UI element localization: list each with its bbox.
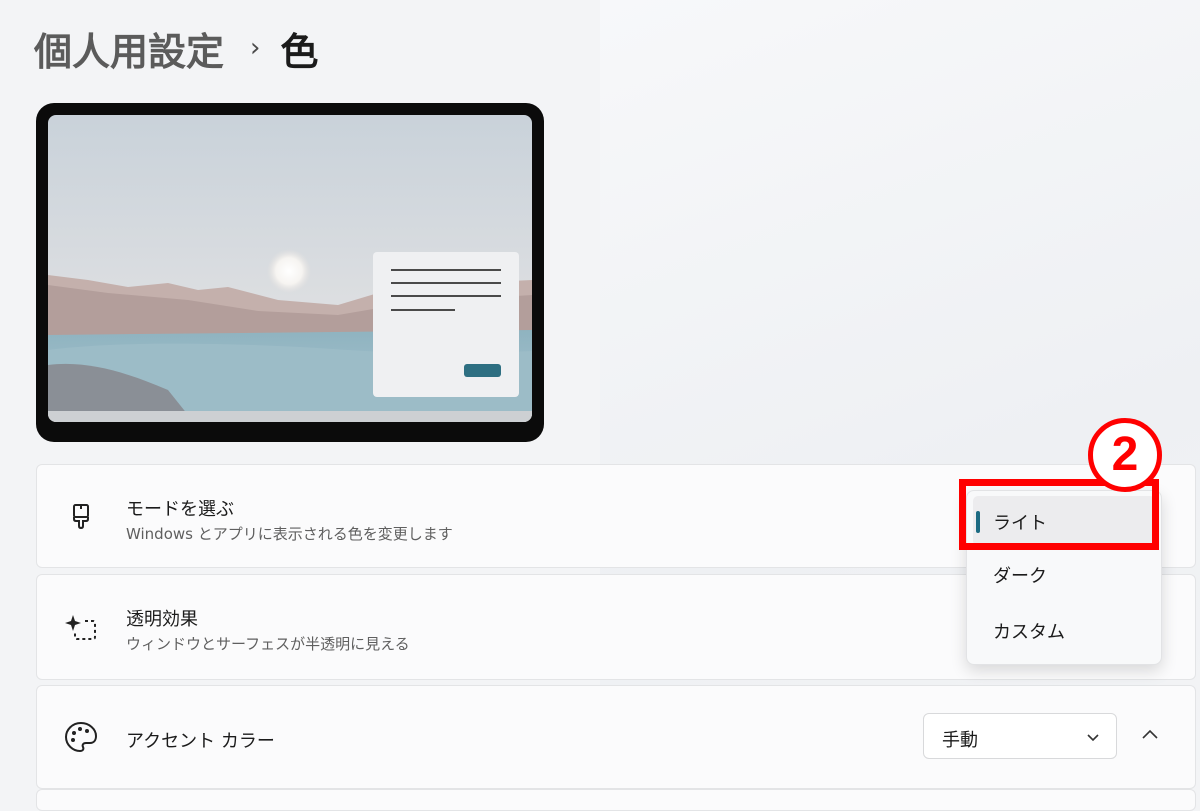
accent-color-setting-title: アクセント カラー — [126, 731, 275, 752]
accent-color-setting-card: アクセント カラー 手動 — [36, 685, 1196, 789]
paintbrush-icon — [63, 498, 99, 534]
breadcrumb: 個人用設定 › 色 — [34, 22, 318, 74]
breadcrumb-parent-personalization[interactable]: 個人用設定 — [34, 21, 224, 76]
page-title: 色 — [280, 29, 319, 74]
preview-wallpaper — [48, 115, 532, 422]
transparency-sparkle-icon — [63, 609, 99, 645]
mode-option-custom[interactable]: カスタム — [973, 605, 1155, 655]
chevron-down-icon — [1084, 728, 1102, 746]
mode-setting-title: モードを選ぶ — [126, 499, 234, 520]
annotation-step-badge: 2 — [1088, 418, 1162, 492]
next-setting-card — [36, 789, 1196, 811]
mode-option-dark[interactable]: ダーク — [973, 549, 1155, 599]
palette-icon — [63, 719, 99, 755]
mode-setting-subtitle: Windows とアプリに表示される色を変更します — [126, 525, 453, 543]
transparency-setting-title: 透明効果 — [126, 609, 198, 630]
accent-color-dropdown[interactable]: 手動 — [923, 713, 1117, 759]
transparency-setting-subtitle: ウィンドウとサーフェスが半透明に見える — [126, 635, 410, 653]
accent-collapse-button[interactable] — [1137, 722, 1163, 748]
mode-option-label: カスタム — [993, 622, 1065, 643]
theme-preview — [36, 103, 544, 442]
breadcrumb-separator-icon: › — [250, 33, 261, 63]
accent-color-dropdown-value: 手動 — [942, 730, 978, 751]
mode-option-label: ダーク — [993, 566, 1047, 587]
